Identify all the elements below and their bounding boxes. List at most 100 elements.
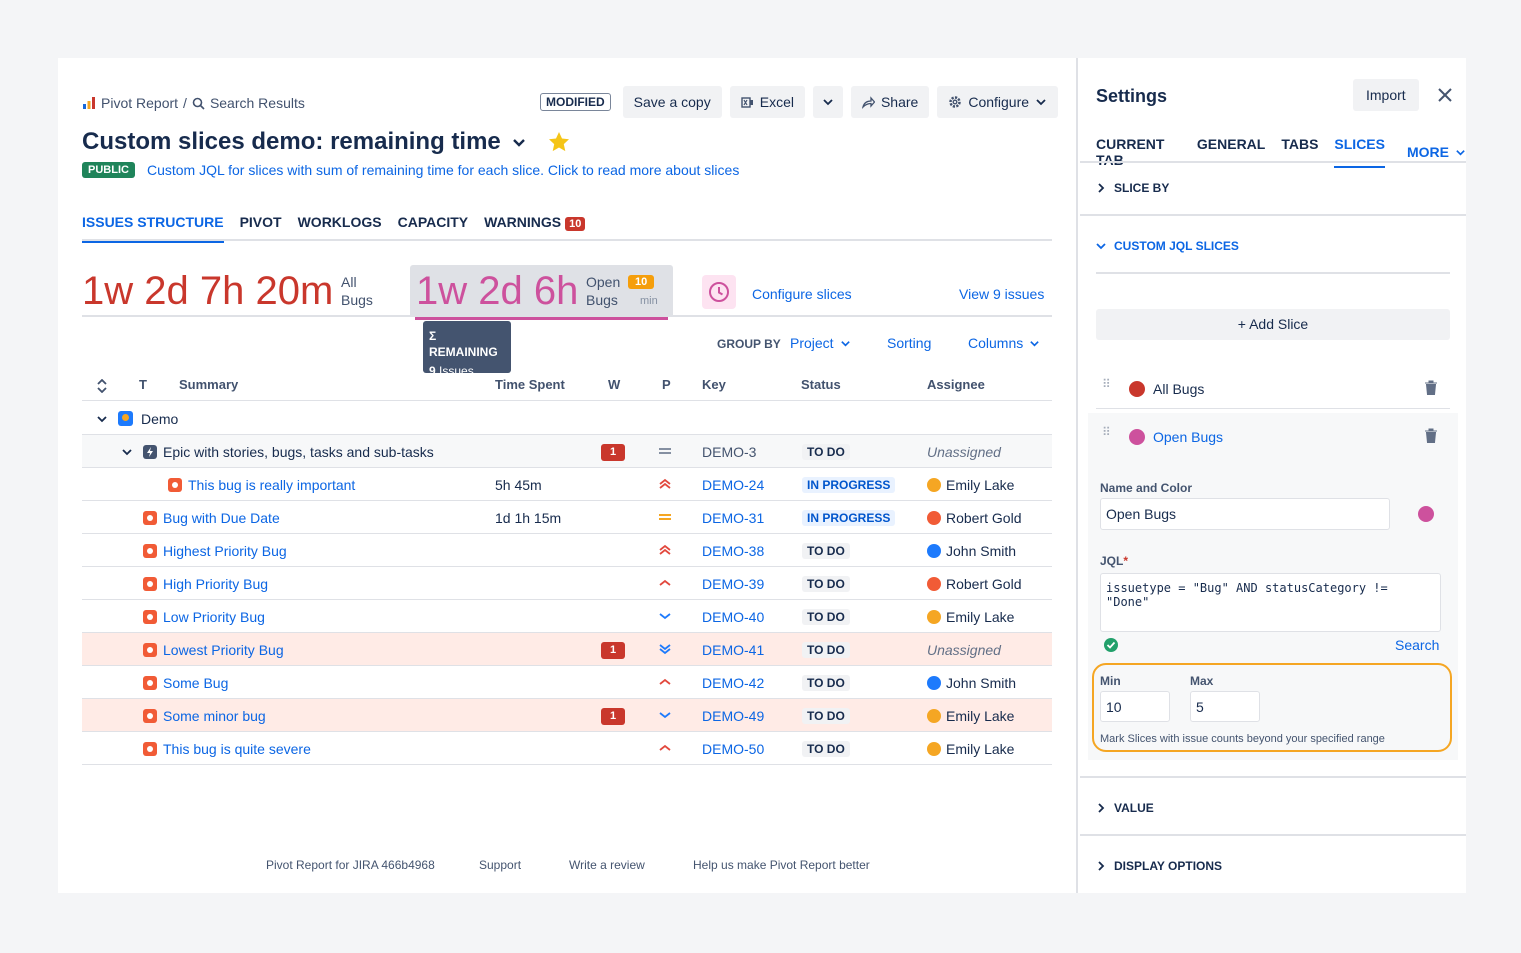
column-priority[interactable]: P — [662, 377, 671, 392]
breadcrumb-root[interactable]: Pivot Report — [101, 95, 178, 111]
name-color-label: Name and Color — [1100, 481, 1193, 495]
tab-more[interactable]: MORE — [1407, 136, 1466, 168]
issue-key[interactable]: DEMO-31 — [702, 510, 764, 526]
table-row[interactable]: Highest Priority Bug DEMO-38 TO DO John Smi… — [82, 534, 1052, 567]
section-display-options[interactable]: DISPLAY OPTIONS — [1096, 859, 1222, 873]
page-title[interactable]: Custom slices demo: remaining time — [82, 128, 501, 156]
slice-all-bugs[interactable]: 1w 2d 7h 20m All Bugs — [82, 265, 392, 317]
column-status[interactable]: Status — [801, 377, 841, 392]
table-row[interactable]: High Priority Bug DEMO-39 TO DO Robert Gold — [82, 567, 1052, 600]
footer-support-link[interactable]: Support — [479, 858, 521, 872]
issue-summary[interactable]: Bug with Due Date — [163, 510, 280, 526]
close-icon[interactable] — [1437, 87, 1453, 103]
assignee-name: John Smith — [946, 675, 1017, 691]
footer-help-link[interactable]: Help us make Pivot Report better — [693, 858, 870, 872]
import-button[interactable]: Import — [1353, 79, 1419, 111]
issue-key[interactable]: DEMO-24 — [702, 477, 764, 493]
epic-summary[interactable]: Epic with stories, bugs, tasks and sub-t… — [163, 444, 434, 460]
report-description-link[interactable]: Custom JQL for slices with sum of remain… — [147, 162, 739, 178]
group-row-demo[interactable]: Demo — [82, 402, 1052, 435]
slice-name[interactable]: Open Bugs — [1153, 429, 1223, 445]
section-slice-by[interactable]: SLICE BY — [1096, 181, 1169, 195]
section-custom-jql-slices[interactable]: CUSTOM JQL SLICES — [1096, 239, 1239, 253]
issue-summary[interactable]: Some Bug — [163, 675, 228, 691]
column-warnings[interactable]: W — [608, 377, 620, 392]
slice-name-input[interactable]: Open Bugs — [1100, 498, 1390, 530]
min-input[interactable]: 10 — [1100, 691, 1170, 722]
issue-key[interactable]: DEMO-49 — [702, 708, 764, 724]
issue-key[interactable]: DEMO-39 — [702, 576, 764, 592]
chevron-down-icon[interactable] — [121, 446, 133, 458]
footer-review-link[interactable]: Write a review — [569, 858, 645, 872]
tab-issues-structure[interactable]: ISSUES STRUCTURE — [82, 214, 224, 243]
slice-open-bugs[interactable]: 1w 2d 6h Open Bugs 10 min — [410, 265, 673, 320]
table-row[interactable]: This bug is really important 5h 45m DEMO-2… — [82, 468, 1052, 501]
sorting-link[interactable]: Sorting — [887, 335, 931, 351]
color-picker-button[interactable] — [1418, 506, 1434, 522]
columns-dropdown[interactable]: Columns — [968, 335, 1040, 351]
section-underline — [1096, 272, 1450, 274]
tab-general[interactable]: GENERAL — [1197, 136, 1265, 168]
expand-collapse-icon[interactable] — [96, 379, 108, 393]
excel-dropdown-button[interactable] — [812, 86, 843, 118]
issue-summary[interactable]: Lowest Priority Bug — [163, 642, 284, 658]
share-button[interactable]: Share — [850, 86, 930, 118]
add-slice-button[interactable]: + Add Slice — [1096, 309, 1450, 340]
tab-slices[interactable]: SLICES — [1334, 136, 1385, 168]
breadcrumb-current[interactable]: Search Results — [210, 95, 305, 111]
group-by-project-dropdown[interactable]: Project — [790, 335, 851, 351]
save-copy-button[interactable]: Save a copy — [622, 86, 722, 118]
issue-key[interactable]: DEMO-41 — [702, 642, 764, 658]
table-row[interactable]: Some minor bug 1 DEMO-49 TO DO Emily Lake — [82, 699, 1052, 732]
issue-summary[interactable]: Highest Priority Bug — [163, 543, 287, 559]
issue-summary[interactable]: Some minor bug — [163, 708, 266, 724]
issue-summary[interactable]: This bug is really important — [188, 477, 355, 493]
issue-summary[interactable]: Low Priority Bug — [163, 609, 265, 625]
tab-tabs[interactable]: TABS — [1281, 136, 1318, 168]
tab-capacity[interactable]: CAPACITY — [398, 214, 469, 241]
issue-key[interactable]: DEMO-3 — [702, 444, 756, 460]
table-row[interactable]: This bug is quite severe DEMO-50 TO DO Emil… — [82, 732, 1052, 765]
chevron-down-icon — [840, 340, 850, 347]
issue-summary[interactable]: High Priority Bug — [163, 576, 268, 592]
jql-input[interactable]: issuetype = "Bug" AND statusCategory != … — [1100, 573, 1441, 632]
trash-icon[interactable] — [1424, 428, 1438, 444]
slice-name: All Bugs — [1153, 381, 1205, 397]
column-summary[interactable]: Summary — [179, 377, 238, 392]
column-assignee[interactable]: Assignee — [927, 377, 985, 392]
chevron-down-icon[interactable] — [511, 134, 527, 150]
issue-key[interactable]: DEMO-38 — [702, 543, 764, 559]
column-key[interactable]: Key — [702, 377, 726, 392]
table-row[interactable]: Some Bug DEMO-42 TO DO John Smith — [82, 666, 1052, 699]
issue-key[interactable]: DEMO-42 — [702, 675, 764, 691]
configure-slices-icon[interactable] — [702, 275, 736, 309]
issue-key[interactable]: DEMO-50 — [702, 741, 764, 757]
epic-row[interactable]: Epic with stories, bugs, tasks and sub-t… — [82, 435, 1052, 468]
star-icon[interactable] — [547, 130, 571, 154]
trash-icon[interactable] — [1424, 380, 1438, 396]
jql-search-link[interactable]: Search — [1395, 637, 1439, 653]
tab-warnings[interactable]: WARNINGS 10 — [484, 214, 586, 241]
view-issues-link[interactable]: View 9 issues — [959, 286, 1044, 302]
configure-slices-link[interactable]: Configure slices — [752, 286, 852, 302]
chevron-down-icon[interactable] — [96, 413, 108, 425]
column-type[interactable]: T — [139, 377, 147, 392]
table-row[interactable]: Bug with Due Date 1d 1h 15m DEMO-31 IN PROG… — [82, 501, 1052, 534]
issue-key[interactable]: DEMO-40 — [702, 609, 764, 625]
max-input[interactable]: 5 — [1190, 691, 1260, 722]
table-row[interactable]: Lowest Priority Bug 1 DEMO-41 TO DO Unassign… — [82, 633, 1052, 666]
assignee: Robert Gold — [927, 510, 1021, 526]
drag-handle-icon[interactable]: ⠿ — [1102, 378, 1111, 390]
tab-worklogs[interactable]: WORKLOGS — [298, 214, 382, 241]
issue-summary[interactable]: This bug is quite severe — [163, 741, 311, 757]
column-time-spent[interactable]: Time Spent — [495, 377, 565, 392]
tab-current-tab[interactable]: CURRENT TAB — [1096, 136, 1181, 168]
slice-item-open-bugs[interactable]: ⠿ Open Bugs — [1096, 417, 1450, 457]
table-row[interactable]: Low Priority Bug DEMO-40 TO DO Emily Lake — [82, 600, 1052, 633]
excel-button[interactable]: Excel — [729, 86, 805, 118]
tab-pivot[interactable]: PIVOT — [240, 214, 282, 241]
drag-handle-icon[interactable]: ⠿ — [1102, 426, 1111, 438]
slice-item-all-bugs[interactable]: ⠿ All Bugs — [1096, 369, 1450, 409]
section-value[interactable]: VALUE — [1096, 801, 1154, 815]
configure-button[interactable]: Configure — [937, 86, 1059, 118]
